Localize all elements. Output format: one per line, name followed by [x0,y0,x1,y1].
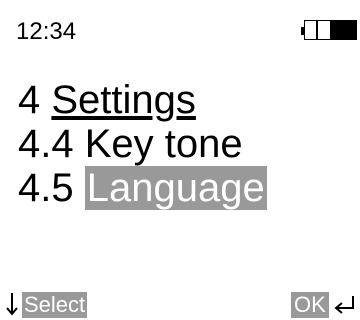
enter-icon [334,296,354,314]
battery-body [304,20,357,40]
ok-softkey[interactable]: OK [291,292,329,318]
select-softkey[interactable]: Select [22,292,88,318]
battery-cell [344,21,356,39]
battery-cell [318,21,332,39]
down-arrow-icon [6,293,18,316]
menu-item-language[interactable]: 4.5 Language [18,166,267,210]
menu-item-number: 4.4 [18,122,74,166]
settings-menu: 4 Settings 4.4 Key tone 4.5 Language [18,78,267,210]
phone-screen: 12:34 4 Settings 4.4 Key tone 4.5 Langua… [0,0,360,320]
battery-icon [301,20,359,42]
status-bar: 12:34 [0,0,360,45]
clock: 12:34 [16,18,77,45]
softkey-bar: Select OK [0,288,360,320]
menu-title-number: 4 [18,78,41,122]
menu-title-label: Settings [51,78,196,122]
battery-cell [331,21,345,39]
menu-title: 4 Settings [18,78,267,122]
menu-item-label: Key tone [84,122,243,166]
battery-cell [305,21,319,39]
menu-item-label: Language [84,166,267,210]
menu-item-key-tone[interactable]: 4.4 Key tone [18,122,267,166]
menu-item-number: 4.5 [18,166,74,210]
